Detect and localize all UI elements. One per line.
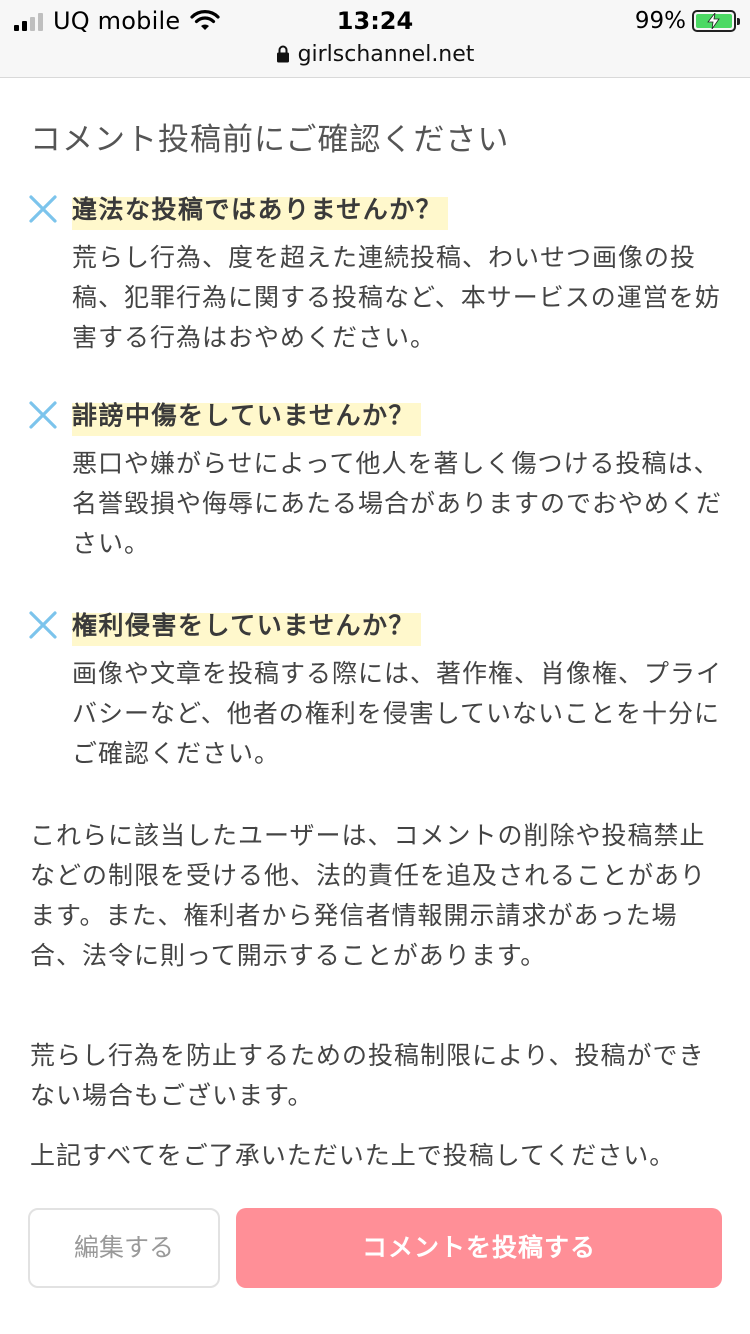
rule-description: 悪口や嫌がらせによって他人を著しく傷つける投稿は、名誉毀損や侮辱にあたる場合があ… [72,449,723,558]
post-comment-button[interactable]: コメントを投稿する [236,1208,722,1288]
battery-icon [692,10,740,32]
rule-title: 違法な投稿ではありませんか？ [72,190,449,230]
rule-description: 画像や文章を投稿する際には、著作権、肖像権、プライバシーなど、他者の権利を侵害し… [72,659,723,768]
notice-paragraph: 上記すべてをご了承いただいた上で投稿してください。 [30,1141,676,1170]
battery-percent: 99% [634,8,686,34]
charging-bolt-icon [707,13,720,29]
url-text: girlschannel.net [297,41,475,67]
rule-title: 誹謗中傷をしていませんか？ [72,396,422,436]
cross-icon [29,611,57,639]
battery-cap [737,18,740,25]
status-right: 99% [634,6,740,36]
cross-icon [29,195,57,223]
page-title: コメント投稿前にご確認ください [30,122,510,158]
address-bar[interactable]: girlschannel.net [0,40,750,68]
lock-icon [276,45,289,63]
rule-description: 荒らし行為、度を超えた連続投稿、わいせつ画像の投稿、犯罪行為に関する投稿など、本… [72,243,721,352]
rule-title: 権利侵害をしていませんか？ [72,606,422,646]
cross-icon [29,401,57,429]
notice-paragraph: これらに該当したユーザーは、コメントの削除や投稿禁止などの制限を受ける他、法的責… [30,821,707,970]
notice-paragraph: 荒らし行為を防止するための投稿制限により、投稿ができない場合もございます。 [30,1041,705,1110]
status-bar: UQ mobile 13:24 99% girlschannel.net [0,0,750,78]
edit-button[interactable]: 編集する [28,1208,220,1288]
